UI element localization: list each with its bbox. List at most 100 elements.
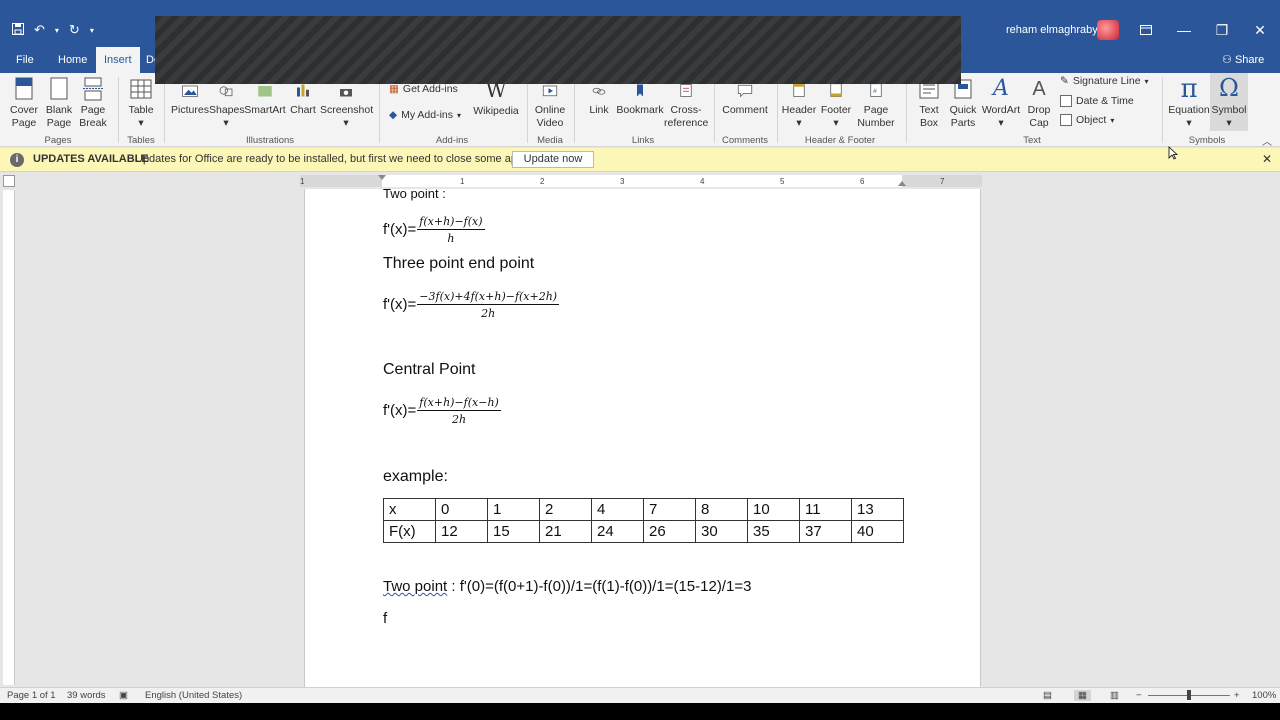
zoom-out-icon[interactable]: − bbox=[1136, 690, 1142, 701]
zoom-in-icon[interactable]: + bbox=[1234, 690, 1240, 701]
collapse-ribbon-icon[interactable]: ︿ bbox=[1262, 133, 1272, 148]
avatar[interactable] bbox=[1097, 20, 1119, 40]
page-number-label: Page bbox=[863, 104, 889, 116]
table-cell[interactable]: 37 bbox=[799, 520, 852, 543]
close-button[interactable]: ✕ bbox=[1250, 22, 1270, 39]
table-cell[interactable]: 8 bbox=[695, 498, 748, 521]
header-label: Header bbox=[781, 104, 817, 116]
minimize-button[interactable]: — bbox=[1174, 22, 1194, 38]
tab-selector[interactable] bbox=[3, 175, 15, 187]
table-cell[interactable]: x bbox=[383, 498, 436, 521]
share-button[interactable]: ⚇ Share bbox=[1222, 53, 1264, 66]
blank-page-button[interactable]: Blank Page bbox=[44, 77, 74, 130]
ribbon-display-options-icon[interactable] bbox=[1136, 22, 1156, 38]
close-message-icon[interactable]: ✕ bbox=[1262, 152, 1272, 166]
get-addins-button[interactable]: ▦ Get Add-ins bbox=[389, 83, 458, 95]
table-cell[interactable]: 4 bbox=[591, 498, 644, 521]
table-cell[interactable]: 30 bbox=[695, 520, 748, 543]
table-cell[interactable]: 40 bbox=[851, 520, 904, 543]
user-name[interactable]: reham elmaghraby bbox=[1006, 24, 1098, 36]
message-text: Updates for Office are ready to be insta… bbox=[135, 153, 532, 165]
table-dropdown-icon: ▾ bbox=[138, 117, 144, 129]
proofing-icon[interactable]: ▣ bbox=[119, 690, 128, 701]
table-cell[interactable]: 24 bbox=[591, 520, 644, 543]
group-divider bbox=[714, 77, 715, 143]
my-addins-dropdown-icon: ▾ bbox=[457, 110, 462, 120]
table-cell[interactable]: F(x) bbox=[383, 520, 436, 543]
table-cell[interactable]: 15 bbox=[487, 520, 540, 543]
shapes-button[interactable]: Shapes ▾ bbox=[209, 83, 245, 130]
signature-line-button[interactable]: ✎ Signature Line ▾ bbox=[1060, 75, 1149, 87]
web-layout-icon[interactable]: ▥ bbox=[1110, 690, 1119, 701]
print-layout-icon[interactable]: ▦ bbox=[1074, 690, 1091, 701]
screenshot-button[interactable]: Screenshot ▾ bbox=[320, 83, 373, 130]
table-cell[interactable]: 7 bbox=[643, 498, 696, 521]
wikipedia-button[interactable]: W Wikipedia bbox=[472, 80, 520, 118]
data-table[interactable]: x 0 1 2 4 7 8 10 11 13 F(x) 12 15 21 24 … bbox=[383, 498, 904, 543]
table-cell[interactable]: 0 bbox=[435, 498, 488, 521]
equation-label: Equation bbox=[1168, 104, 1210, 116]
fraction-denominator: h bbox=[447, 232, 455, 245]
table-cell[interactable]: 10 bbox=[747, 498, 800, 521]
horizontal-ruler[interactable]: 1 1 2 3 4 5 6 7 bbox=[300, 175, 982, 187]
my-addins-button[interactable]: ◆ My Add-ins ▾ bbox=[389, 109, 461, 121]
read-mode-icon[interactable]: ▤ bbox=[1043, 690, 1052, 701]
date-time-button[interactable]: Date & Time bbox=[1060, 95, 1134, 107]
word-count[interactable]: 39 words bbox=[67, 690, 106, 701]
chart-button[interactable]: Chart bbox=[288, 83, 318, 117]
left-indent-marker[interactable] bbox=[378, 175, 386, 180]
zoom-level[interactable]: 100% bbox=[1252, 690, 1276, 701]
table-cell[interactable]: 1 bbox=[487, 498, 540, 521]
comment-button[interactable]: Comment bbox=[720, 83, 770, 117]
undo-icon[interactable]: ↶ bbox=[34, 22, 45, 38]
redo-icon[interactable]: ↻ bbox=[69, 22, 80, 38]
cross-reference-button[interactable]: Cross- reference bbox=[664, 83, 708, 130]
table-cell[interactable]: 21 bbox=[539, 520, 592, 543]
signature-dropdown-icon: ▾ bbox=[1144, 76, 1149, 86]
table-cell[interactable]: 35 bbox=[747, 520, 800, 543]
page-break-button[interactable]: Page Break bbox=[78, 77, 108, 130]
equation-button[interactable]: π Equation ▾ bbox=[1168, 75, 1210, 130]
bookmark-icon bbox=[637, 84, 643, 97]
tab-insert[interactable]: Insert bbox=[96, 47, 140, 73]
customize-qat-icon[interactable]: ▾ bbox=[90, 26, 94, 35]
zoom-slider-thumb[interactable] bbox=[1187, 690, 1191, 700]
pictures-button[interactable]: Pictures bbox=[171, 83, 209, 117]
bookmark-button[interactable]: Bookmark bbox=[614, 83, 666, 117]
pi-icon: π bbox=[1180, 74, 1198, 104]
document-page[interactable]: Two point : f'(x)= f(x+h)−f(x) h Three poi… bbox=[304, 189, 981, 687]
cover-page-button[interactable]: Cover Page bbox=[6, 77, 42, 130]
wordart-button[interactable]: A WordArt ▾ bbox=[980, 77, 1022, 130]
table-button[interactable]: Table ▾ bbox=[124, 77, 158, 130]
save-icon[interactable] bbox=[12, 22, 24, 38]
drop-cap-button[interactable]: A Drop Cap bbox=[1022, 77, 1056, 130]
header-button[interactable]: Header ▾ bbox=[780, 83, 818, 130]
tab-file[interactable]: File bbox=[10, 51, 40, 69]
footer-icon bbox=[830, 83, 842, 97]
central-point-heading: Central Point bbox=[383, 361, 476, 378]
smartart-button[interactable]: SmartArt bbox=[243, 83, 287, 117]
three-point-fraction: −3f(x)+4f(x+h)−f(x+2h) 2h bbox=[417, 290, 560, 320]
quick-parts-button[interactable]: Quick Parts bbox=[946, 77, 980, 130]
undo-dropdown-icon[interactable]: ▾ bbox=[55, 26, 59, 35]
right-indent-marker[interactable] bbox=[898, 181, 906, 186]
table-cell[interactable]: 13 bbox=[851, 498, 904, 521]
symbol-button[interactable]: Ω Symbol ▾ bbox=[1210, 73, 1248, 131]
text-box-button[interactable]: Text Box bbox=[912, 77, 946, 130]
table-cell[interactable]: 11 bbox=[799, 498, 852, 521]
object-button[interactable]: Object ▾ bbox=[1060, 114, 1114, 126]
table-cell[interactable]: 2 bbox=[539, 498, 592, 521]
vertical-ruler[interactable] bbox=[3, 190, 15, 685]
update-now-button[interactable]: Update now bbox=[512, 151, 594, 168]
link-button[interactable]: Link bbox=[584, 83, 614, 117]
footer-button[interactable]: Footer ▾ bbox=[818, 83, 854, 130]
table-cell[interactable]: 12 bbox=[435, 520, 488, 543]
online-video-button[interactable]: Online Video bbox=[532, 83, 568, 130]
svg-text:#: # bbox=[873, 88, 877, 95]
tab-home[interactable]: Home bbox=[52, 51, 93, 69]
page-number-button[interactable]: # Page Number bbox=[854, 83, 898, 130]
page-count[interactable]: Page 1 of 1 bbox=[7, 690, 56, 701]
restore-button[interactable]: ❐ bbox=[1212, 22, 1232, 39]
table-cell[interactable]: 26 bbox=[643, 520, 696, 543]
language-indicator[interactable]: English (United States) bbox=[145, 690, 242, 701]
